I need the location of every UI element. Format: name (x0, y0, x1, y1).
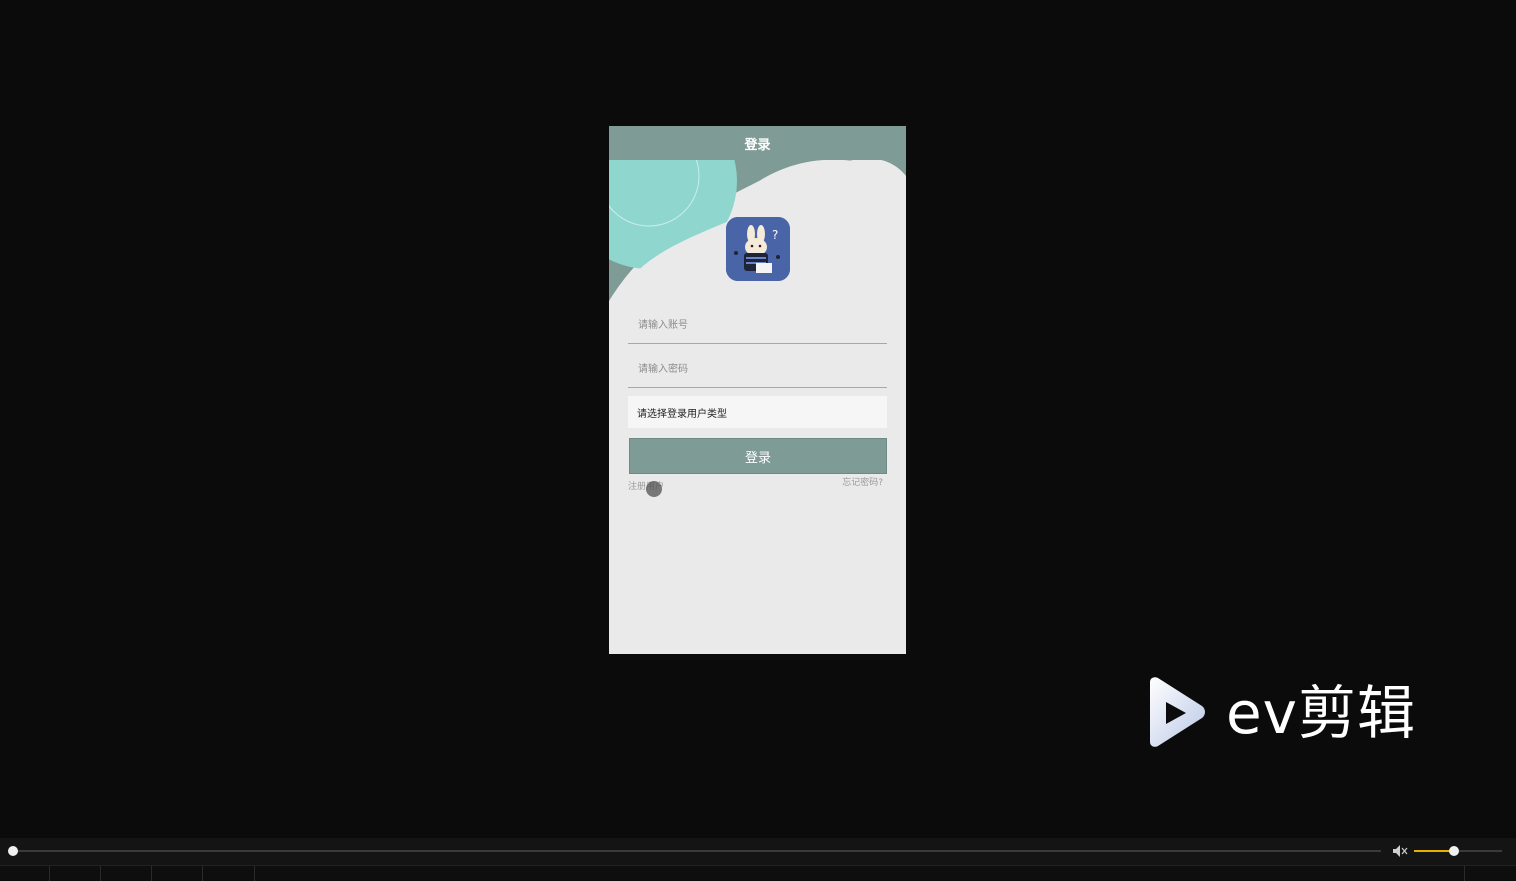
account-input[interactable] (628, 307, 887, 343)
progress-handle[interactable] (8, 846, 18, 856)
touch-cursor-indicator (646, 481, 662, 497)
phone-screen: 登录 ? 请输入账号 请选择登录用户类型 登录 忘记密码? (609, 126, 906, 654)
login-button[interactable]: 登录 (629, 438, 887, 474)
toolbar-cell (0, 866, 50, 881)
toolbar-cell (50, 866, 101, 881)
player-control-bar (0, 838, 1516, 865)
volume-handle[interactable] (1448, 846, 1459, 856)
bottom-toolbar-strip (0, 865, 1516, 881)
forgot-password-link[interactable]: 忘记密码? (842, 475, 883, 488)
toolbar-cell (152, 866, 203, 881)
watermark: ev剪辑 (1142, 676, 1442, 750)
password-input[interactable] (628, 351, 887, 387)
speaker-icon[interactable] (1392, 844, 1408, 858)
watermark-text: ev剪辑 (1226, 679, 1417, 747)
toolbar-cell (203, 866, 255, 881)
user-type-select[interactable]: 请选择登录用户类型 (628, 396, 887, 428)
svg-text:?: ? (772, 228, 778, 242)
header-title: 登录 (744, 137, 771, 153)
user-type-select-value: 请选择登录用户类型 (637, 408, 727, 420)
rabbit-app-logo-icon: ? (726, 217, 790, 281)
play-triangle-icon (1150, 677, 1205, 747)
toolbar-cell (101, 866, 152, 881)
password-field[interactable] (628, 351, 887, 388)
login-button-label: 登录 (744, 450, 771, 466)
volume-level-fill (1414, 850, 1454, 852)
header-bar: 登录 (609, 126, 906, 160)
volume-slider[interactable] (1414, 846, 1502, 856)
account-field[interactable] (628, 307, 887, 344)
toolbar-cell (1464, 866, 1516, 881)
video-stage: 登录 ? 请输入账号 请选择登录用户类型 登录 忘记密码? ev剪辑 (0, 0, 1516, 815)
progress-track[interactable] (13, 850, 1381, 852)
